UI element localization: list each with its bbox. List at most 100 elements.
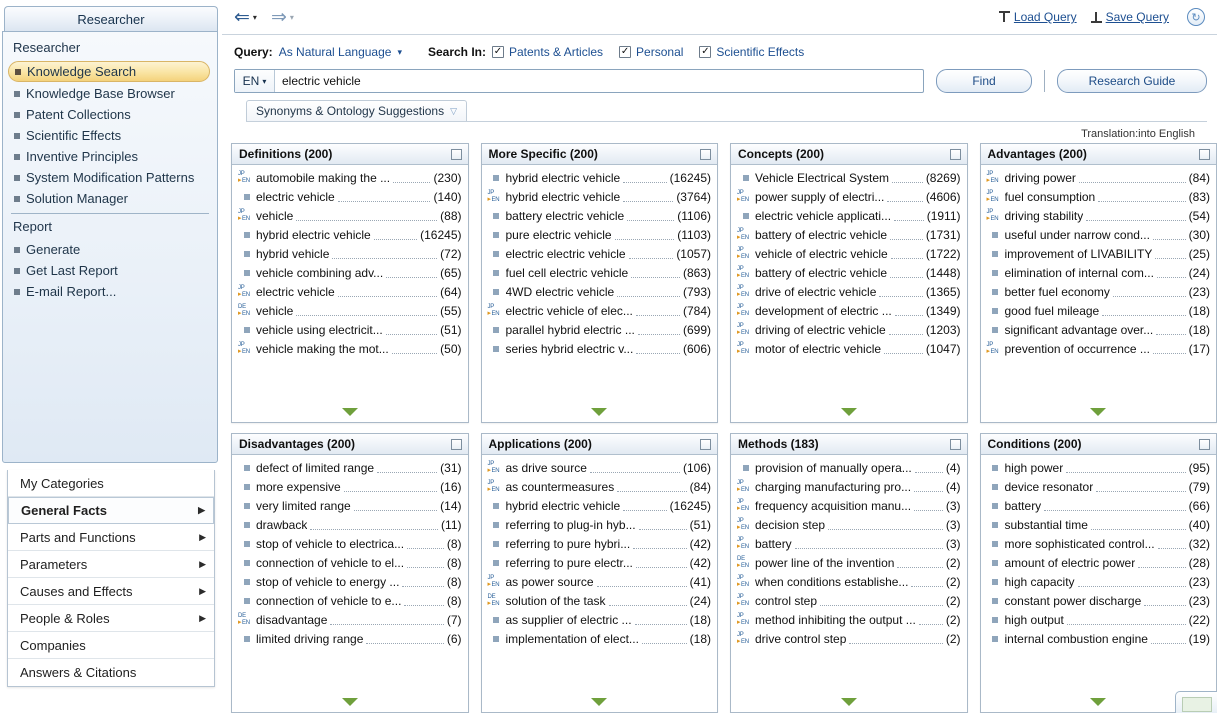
category-item-causes-and-effects[interactable]: Causes and Effects ▶: [8, 578, 214, 605]
panel-maximize-checkbox[interactable]: [949, 438, 961, 450]
expand-more-arrow-icon[interactable]: [341, 408, 358, 416]
result-row[interactable]: hybrid electric vehicle (16245): [486, 168, 714, 187]
result-row[interactable]: hybrid vehicle (72): [236, 244, 464, 263]
result-row[interactable]: high power (95): [985, 458, 1213, 477]
sidebar-item-get-last-report[interactable]: Get Last Report: [3, 260, 217, 281]
result-row[interactable]: JP ▸ EN method inhibiting the output ... (2): [735, 610, 963, 629]
expand-more-arrow-icon[interactable]: [840, 698, 857, 706]
result-row[interactable]: fuel cell electric vehicle (863): [486, 263, 714, 282]
sidebar-item-scientific-effects[interactable]: Scientific Effects: [3, 125, 217, 146]
result-row[interactable]: JP ▸ EN prevention of occurrence ... (17): [985, 339, 1213, 358]
back-button[interactable]: ⇐ ▾: [234, 8, 257, 27]
expand-more-arrow-icon[interactable]: [341, 698, 358, 706]
result-row[interactable]: implementation of elect... (18): [486, 629, 714, 648]
load-query-button[interactable]: Load Query: [998, 10, 1077, 24]
panel-maximize-checkbox[interactable]: [450, 148, 462, 160]
result-row[interactable]: constant power discharge (23): [985, 591, 1213, 610]
result-row[interactable]: JP ▸ EN decision step (3): [735, 515, 963, 534]
checkbox-scientific-effects[interactable]: ✓ Scientific Effects: [699, 45, 804, 59]
result-row[interactable]: JP ▸ EN automobile making the ... (230): [236, 168, 464, 187]
result-row[interactable]: defect of limited range (31): [236, 458, 464, 477]
refresh-button[interactable]: ↻: [1187, 8, 1205, 26]
panel-maximize-checkbox[interactable]: [1199, 148, 1210, 160]
result-row[interactable]: JP ▸ EN driving of electric vehicle (1203): [735, 320, 963, 339]
sidebar-item-system-modification-patterns[interactable]: System Modification Patterns: [3, 167, 217, 188]
result-row[interactable]: JP ▸ EN battery (3): [735, 534, 963, 553]
result-row[interactable]: JP ▸ EN battery of electric vehicle (1731): [735, 225, 963, 244]
result-row[interactable]: high output (22): [985, 610, 1213, 629]
expand-more-arrow-icon[interactable]: [591, 698, 608, 706]
sidebar-tab-researcher[interactable]: Researcher: [4, 6, 218, 31]
result-row[interactable]: JP ▸ EN electric vehicle (64): [236, 282, 464, 301]
result-row[interactable]: good fuel mileage (18): [985, 301, 1213, 320]
result-row[interactable]: JP ▸ EN vehicle making the mot... (50): [236, 339, 464, 358]
panel-maximize-checkbox[interactable]: [450, 438, 462, 450]
sidebar-item-generate[interactable]: Generate: [3, 239, 217, 260]
sidebar-item-knowledge-search[interactable]: Knowledge Search: [8, 61, 210, 82]
result-row[interactable]: JP ▸ EN motor of electric vehicle (1047): [735, 339, 963, 358]
result-row[interactable]: JP ▸ EN hybrid electric vehicle (3764): [486, 187, 714, 206]
result-row[interactable]: JP ▸ EN as power source (41): [486, 572, 714, 591]
result-row[interactable]: very limited range (14): [236, 496, 464, 515]
result-row[interactable]: elimination of internal com... (24): [985, 263, 1213, 282]
result-row[interactable]: JP ▸ EN when conditions establishe... (2): [735, 572, 963, 591]
result-row[interactable]: Vehicle Electrical System (8269): [735, 168, 963, 187]
result-row[interactable]: JP ▸ EN as countermeasures (84): [486, 477, 714, 496]
category-item-general-facts[interactable]: General Facts ▶: [8, 497, 214, 524]
find-button[interactable]: Find: [936, 69, 1032, 93]
tab-synonyms-ontology-suggestions[interactable]: Synonyms & Ontology Suggestions ▽: [246, 100, 468, 121]
result-row[interactable]: connection of vehicle to e... (8): [236, 591, 464, 610]
result-row[interactable]: connection of vehicle to el... (8): [236, 553, 464, 572]
result-row[interactable]: device resonator (79): [985, 477, 1213, 496]
sidebar-item-solution-manager[interactable]: Solution Manager: [3, 188, 217, 209]
result-row[interactable]: parallel hybrid electric ... (699): [486, 320, 714, 339]
result-row[interactable]: DE ▸ EN power line of the invention (2): [735, 553, 963, 572]
result-row[interactable]: DE ▸ EN disadvantage (7): [236, 610, 464, 629]
save-query-button[interactable]: Save Query: [1090, 10, 1169, 24]
result-row[interactable]: DE ▸ EN vehicle (55): [236, 301, 464, 320]
result-row[interactable]: JP ▸ EN driving power (84): [985, 168, 1213, 187]
result-row[interactable]: provision of manually opera... (4): [735, 458, 963, 477]
result-row[interactable]: hybrid electric vehicle (16245): [236, 225, 464, 244]
result-row[interactable]: vehicle using electricit... (51): [236, 320, 464, 339]
research-guide-button[interactable]: Research Guide: [1057, 69, 1207, 93]
result-row[interactable]: pure electric vehicle (1103): [486, 225, 714, 244]
result-row[interactable]: JP ▸ EN vehicle of electric vehicle (1722): [735, 244, 963, 263]
expand-more-arrow-icon[interactable]: [591, 408, 608, 416]
expand-more-arrow-icon[interactable]: [1090, 408, 1107, 416]
category-item-parts-and-functions[interactable]: Parts and Functions ▶: [8, 524, 214, 551]
category-item-companies[interactable]: Companies: [8, 632, 214, 659]
sidebar-item-email-report[interactable]: E-mail Report...: [3, 281, 217, 302]
result-row[interactable]: hybrid electric vehicle (16245): [486, 496, 714, 515]
result-row[interactable]: better fuel economy (23): [985, 282, 1213, 301]
result-row[interactable]: JP ▸ EN fuel consumption (83): [985, 187, 1213, 206]
panel-maximize-checkbox[interactable]: [700, 438, 711, 450]
result-row[interactable]: more sophisticated control... (32): [985, 534, 1213, 553]
result-row[interactable]: useful under narrow cond... (30): [985, 225, 1213, 244]
result-row[interactable]: referring to plug-in hyb... (51): [486, 515, 714, 534]
result-row[interactable]: JP ▸ EN driving stability (54): [985, 206, 1213, 225]
result-row[interactable]: internal combustion engine (19): [985, 629, 1213, 648]
result-row[interactable]: limited driving range (6): [236, 629, 464, 648]
result-row[interactable]: series hybrid electric v... (606): [486, 339, 714, 358]
forward-button[interactable]: ⇒ ▾: [271, 8, 294, 27]
result-row[interactable]: 4WD electric vehicle (793): [486, 282, 714, 301]
result-row[interactable]: high capacity (23): [985, 572, 1213, 591]
result-row[interactable]: referring to pure hybri... (42): [486, 534, 714, 553]
category-item-answers-and-citations[interactable]: Answers & Citations: [8, 659, 214, 686]
result-row[interactable]: electric vehicle (140): [236, 187, 464, 206]
category-item-my-categories[interactable]: My Categories: [8, 470, 214, 497]
category-item-people-and-roles[interactable]: People & Roles ▶: [8, 605, 214, 632]
result-row[interactable]: JP ▸ EN control step (2): [735, 591, 963, 610]
result-row[interactable]: as supplier of electric ... (18): [486, 610, 714, 629]
result-row[interactable]: JP ▸ EN as drive source (106): [486, 458, 714, 477]
result-row[interactable]: JP ▸ EN frequency acquisition manu... (3): [735, 496, 963, 515]
result-row[interactable]: drawback (11): [236, 515, 464, 534]
sidebar-item-knowledge-base-browser[interactable]: Knowledge Base Browser: [3, 83, 217, 104]
result-row[interactable]: electric vehicle applicati... (1911): [735, 206, 963, 225]
result-row[interactable]: JP ▸ EN battery of electric vehicle (1448): [735, 263, 963, 282]
panel-maximize-checkbox[interactable]: [700, 148, 711, 160]
result-row[interactable]: electric electric vehicle (1057): [486, 244, 714, 263]
result-row[interactable]: stop of vehicle to electrica... (8): [236, 534, 464, 553]
result-row[interactable]: improvement of LIVABILITY (25): [985, 244, 1213, 263]
